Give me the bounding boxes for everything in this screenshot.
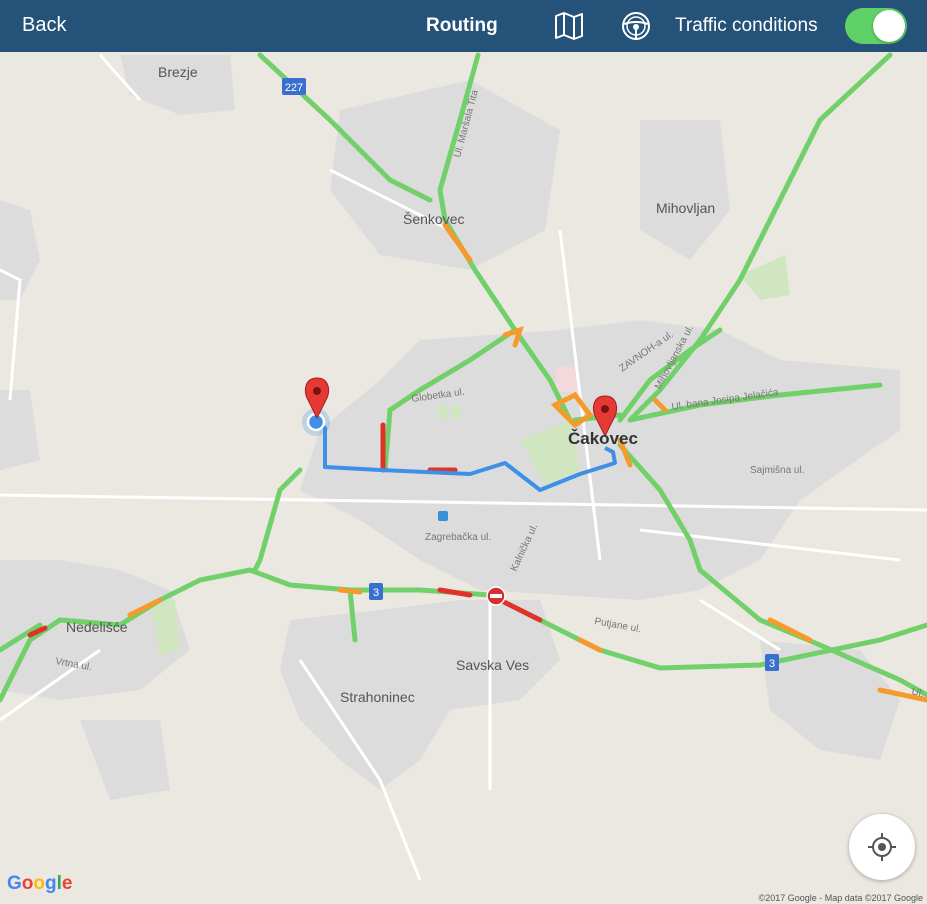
- google-logo: Google: [7, 873, 73, 894]
- street-sajmisna: Sajmišna ul.: [750, 465, 804, 476]
- svg-text:227: 227: [285, 82, 303, 94]
- traffic-conditions-label: Traffic conditions: [675, 15, 818, 36]
- place-strahoninec: Strahoninec: [340, 689, 415, 705]
- map-canvas[interactable]: 227 3 3 Brezje Šenkovec Mihovljan Čakove…: [0, 52, 927, 904]
- place-senkovec: Šenkovec: [403, 211, 464, 227]
- place-nedelisce: Nedelišće: [66, 619, 128, 635]
- road-shield-3-west: 3: [369, 583, 383, 600]
- top-navigation-bar: Back Routing Traffic conditions: [0, 0, 927, 52]
- traffic-conditions-toggle[interactable]: [845, 8, 907, 44]
- place-brezje: Brezje: [158, 64, 198, 80]
- map-attribution: ©2017 Google - Map data ©2017 Google: [758, 893, 923, 903]
- back-button[interactable]: Back: [22, 14, 66, 37]
- road-shield-227: 227: [282, 78, 306, 95]
- toggle-knob: [873, 10, 905, 42]
- road-closure-icon: [486, 586, 506, 606]
- svg-text:3: 3: [769, 658, 775, 670]
- street-zagrebacka: Zagrebačka ul.: [425, 532, 491, 543]
- steering-wheel-icon[interactable]: [620, 10, 652, 42]
- place-cakovec: Čakovec: [568, 429, 638, 448]
- map-icon[interactable]: [553, 10, 585, 42]
- svg-text:3: 3: [373, 587, 379, 599]
- my-location-button[interactable]: [849, 814, 915, 880]
- road-shield-3-east: 3: [765, 654, 779, 671]
- bus-stop-icon: [438, 511, 448, 521]
- my-location-icon: [868, 833, 896, 861]
- place-mihovljan: Mihovljan: [656, 200, 715, 216]
- place-savska-ves: Savska Ves: [456, 657, 529, 673]
- page-title: Routing: [426, 15, 498, 36]
